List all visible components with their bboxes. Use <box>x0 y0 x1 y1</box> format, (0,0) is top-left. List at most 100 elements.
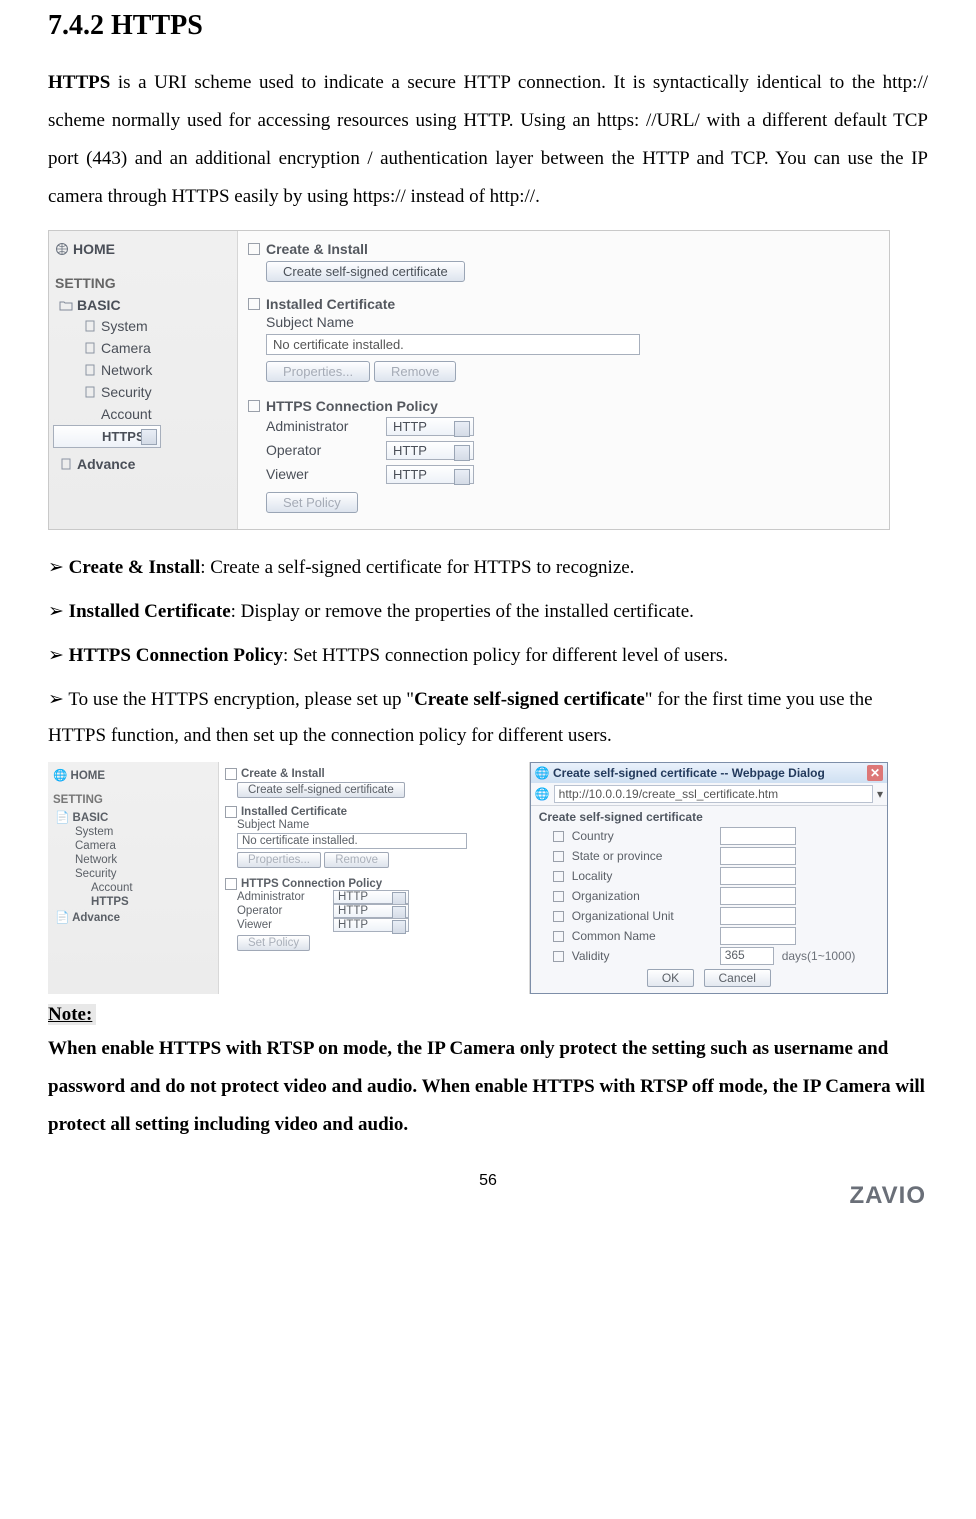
page-icon <box>83 363 97 377</box>
label-organization: Organization <box>572 889 712 903</box>
nav-network-2[interactable]: Network <box>51 853 215 867</box>
label-org-unit: Organizational Unit <box>572 909 712 923</box>
remove-button-2[interactable]: Remove <box>324 852 389 868</box>
square-bullet-icon <box>553 851 564 862</box>
nav-basic-2[interactable]: 📄 BASIC <box>51 809 215 825</box>
label-country: Country <box>572 829 712 843</box>
nav-setting-header-2: SETTING <box>51 784 215 809</box>
validity-unit: days(1~1000) <box>782 949 856 963</box>
nav-camera-2[interactable]: Camera <box>51 839 215 853</box>
square-bullet-icon <box>553 871 564 882</box>
settings-pane: Create & Install Create self-signed cert… <box>238 231 889 529</box>
screenshot-https-settings: HOME SETTING BASIC System Camera Network <box>48 230 890 530</box>
set-policy-button[interactable]: Set Policy <box>266 492 358 513</box>
nav-network[interactable]: Network <box>53 359 233 381</box>
label-state: State or province <box>572 849 712 863</box>
dialog-header: Create self-signed certificate <box>531 806 887 826</box>
nav-advance-2[interactable]: 📄 Advance <box>51 909 215 925</box>
input-country[interactable] <box>720 827 796 845</box>
bullet-connection-policy: ➢ HTTPS Connection Policy: Set HTTPS con… <box>48 638 928 674</box>
dropdown-icon[interactable]: ▾ <box>877 787 883 801</box>
bullet-create-install: ➢ Create & Install: Create a self-signed… <box>48 550 928 586</box>
create-certificate-button[interactable]: Create self-signed certificate <box>266 261 465 282</box>
select-viewer-policy-2[interactable]: HTTP <box>333 918 409 932</box>
ie-icon: 🌐 <box>535 787 550 801</box>
nav-basic-label: BASIC <box>77 297 121 313</box>
square-bullet-icon <box>553 951 564 962</box>
label-validity: Validity <box>572 949 712 963</box>
bullet-usage-note: ➢ To use the HTTPS encryption, please se… <box>48 682 928 754</box>
select-admin-policy-2[interactable]: HTTP <box>333 890 409 904</box>
input-validity[interactable]: 365 <box>720 947 774 965</box>
square-bullet-icon <box>553 911 564 922</box>
note-body: When enable HTTPS with RTSP on mode, the… <box>48 1030 928 1144</box>
note-label: Note: <box>48 1004 96 1025</box>
intro-bold: HTTPS <box>48 72 110 93</box>
ok-button[interactable]: OK <box>647 969 694 987</box>
dialog-addressbar: 🌐 http://10.0.0.19/create_ssl_certificat… <box>531 783 887 806</box>
square-bullet-icon <box>248 243 260 255</box>
select-operator-policy-2[interactable]: HTTP <box>333 904 409 918</box>
nav-account-2[interactable]: Account <box>51 881 215 895</box>
square-bullet-icon <box>553 831 564 842</box>
label-viewer: Viewer <box>248 464 386 484</box>
nav-system-2[interactable]: System <box>51 825 215 839</box>
page-icon <box>59 457 73 471</box>
nav-home-2[interactable]: 🌐 HOME <box>51 766 215 784</box>
label-subject-name: Subject Name <box>248 312 386 332</box>
brand-logo: ZAVIO <box>849 1182 926 1210</box>
nav-https-2[interactable]: HTTPS <box>51 895 215 909</box>
page-icon <box>83 385 97 399</box>
subject-name-field: No certificate installed. <box>266 334 640 355</box>
select-operator-policy[interactable]: HTTP <box>386 441 474 460</box>
select-viewer-policy[interactable]: HTTP <box>386 465 474 484</box>
settings-pane-small: Create & Install Create self-signed cert… <box>219 762 530 994</box>
nav-security-2[interactable]: Security <box>51 867 215 881</box>
input-common-name[interactable] <box>720 927 796 945</box>
select-admin-policy[interactable]: HTTP <box>386 417 474 436</box>
input-locality[interactable] <box>720 867 796 885</box>
nav-account[interactable]: Account <box>53 403 233 425</box>
nav-home-label: HOME <box>73 241 115 257</box>
globe-icon <box>55 242 69 256</box>
section-heading: 7.4.2 HTTPS <box>48 10 928 42</box>
remove-button[interactable]: Remove <box>374 361 456 382</box>
square-bullet-icon <box>553 931 564 942</box>
nav-advance[interactable]: Advance <box>53 454 233 474</box>
sidebar: HOME SETTING BASIC System Camera Network <box>49 231 238 529</box>
nav-camera[interactable]: Camera <box>53 337 233 359</box>
square-bullet-icon <box>553 891 564 902</box>
close-icon[interactable]: ✕ <box>867 765 883 781</box>
group-create-install: Create & Install <box>248 241 879 257</box>
label-admin: Administrator <box>248 416 386 436</box>
nav-setting-header: SETTING <box>53 261 233 295</box>
input-org-unit[interactable] <box>720 907 796 925</box>
subject-name-field-2: No certificate installed. <box>237 833 467 849</box>
bullet-installed-cert: ➢ Installed Certificate: Display or remo… <box>48 594 928 630</box>
nav-security[interactable]: Security <box>53 381 233 403</box>
square-bullet-icon <box>225 806 237 818</box>
nav-home[interactable]: HOME <box>53 237 233 261</box>
label-locality: Locality <box>572 869 712 883</box>
page-number: 56 <box>48 1172 928 1190</box>
square-bullet-icon <box>225 878 237 890</box>
intro-rest: is a URI scheme used to indicate a secur… <box>48 72 928 207</box>
dialog-title-text: Create self-signed certificate -- Webpag… <box>553 766 825 780</box>
page-icon <box>83 341 97 355</box>
screenshot-create-certificate: 🌐 HOME SETTING 📄 BASIC System Camera Net… <box>48 762 888 994</box>
intro-paragraph: HTTPS is a URI scheme used to indicate a… <box>48 64 928 216</box>
input-state[interactable] <box>720 847 796 865</box>
set-policy-button-2[interactable]: Set Policy <box>237 935 310 951</box>
properties-button[interactable]: Properties... <box>266 361 370 382</box>
nav-https[interactable]: HTTPS <box>53 425 161 448</box>
create-certificate-button-2[interactable]: Create self-signed certificate <box>237 782 405 798</box>
input-organization[interactable] <box>720 887 796 905</box>
square-bullet-icon <box>248 298 260 310</box>
group-connection-policy: HTTPS Connection Policy <box>248 398 879 414</box>
properties-button-2[interactable]: Properties... <box>237 852 321 868</box>
nav-basic[interactable]: BASIC <box>53 295 233 315</box>
square-bullet-icon <box>248 400 260 412</box>
nav-system[interactable]: System <box>53 315 233 337</box>
cancel-button[interactable]: Cancel <box>704 969 771 987</box>
dialog-titlebar: 🌐 Create self-signed certificate -- Webp… <box>531 763 887 783</box>
